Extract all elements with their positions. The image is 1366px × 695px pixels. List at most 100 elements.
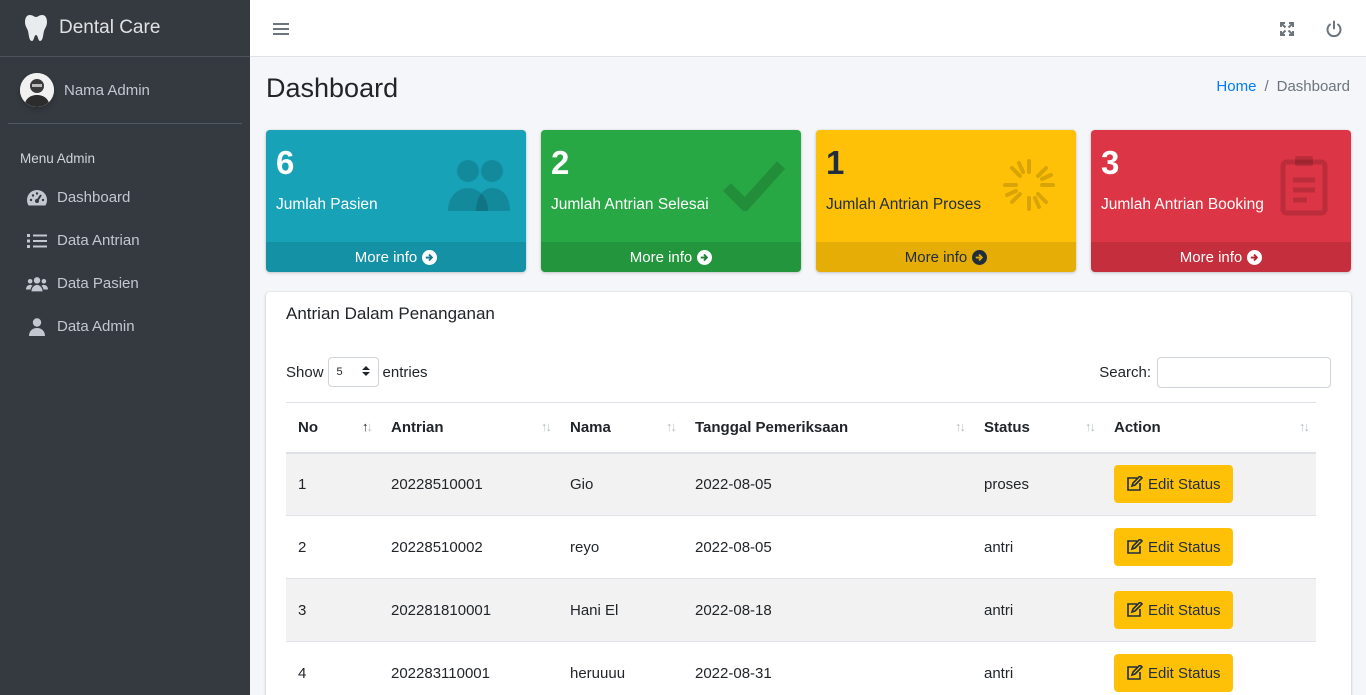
more-info-link[interactable]: More info <box>541 242 801 272</box>
users-icon <box>446 152 512 218</box>
card-title: Antrian Dalam Penanganan <box>286 304 495 323</box>
sidebar-item-label: Dashboard <box>57 189 131 206</box>
more-info-link[interactable]: More info <box>1091 242 1351 272</box>
stat-value: 1 <box>826 144 845 181</box>
arrow-circle-right-icon <box>422 249 438 265</box>
sort-icon: ↑↓ <box>362 419 373 434</box>
cell-tanggal: 2022-08-05 <box>683 515 972 579</box>
cell-nama: Gio <box>558 452 683 516</box>
more-info-label: More info <box>904 248 968 266</box>
edit-status-label: Edit Status <box>1148 664 1221 682</box>
sidebar-item-data-admin[interactable]: Data Admin <box>0 305 250 348</box>
stat-label: Jumlah Antrian Proses <box>826 196 982 213</box>
cell-action: Edit Status <box>1102 578 1316 642</box>
more-info-label: More info <box>629 248 693 266</box>
sidebar-item-dashboard[interactable]: Dashboard <box>0 176 250 219</box>
arrow-circle-right-icon <box>1247 249 1263 265</box>
page-title: Dashboard <box>266 73 399 103</box>
column-header-tanggal[interactable]: Tanggal Pemeriksaan ↑↓ <box>683 402 972 454</box>
sort-icon: ↑↓ <box>1085 419 1096 434</box>
antrian-table: No ↑↓ Antrian ↑↓ Nama ↑↓ Tanggal Pemeriksaa… <box>286 402 1316 695</box>
stat-box-jumlah-pasien: 6 Jumlah Pasien More info <box>266 130 526 272</box>
entries-select-value: 5 <box>336 366 343 378</box>
sort-icon: ↑↓ <box>541 419 552 434</box>
search-label: Search: <box>1099 364 1151 381</box>
cell-status: proses <box>972 452 1102 516</box>
edit-status-label: Edit Status <box>1148 538 1221 556</box>
cell-no: 2 <box>286 515 379 579</box>
sidebar-item-data-antrian[interactable]: Data Antrian <box>0 219 250 262</box>
sidebar-item-label: Data Admin <box>57 318 135 335</box>
edit-status-label: Edit Status <box>1148 601 1221 619</box>
edit-icon <box>1126 602 1143 618</box>
cell-nama: reyo <box>558 515 683 579</box>
column-header-status[interactable]: Status ↑↓ <box>972 402 1102 454</box>
stat-label: Jumlah Antrian Booking <box>1101 196 1264 213</box>
column-header-antrian[interactable]: Antrian ↑↓ <box>379 402 558 454</box>
stat-value: 6 <box>276 144 295 181</box>
stat-value: 2 <box>551 144 570 181</box>
stat-value: 3 <box>1101 144 1120 181</box>
power-off-icon[interactable] <box>1323 18 1345 40</box>
sort-updown-icon <box>361 365 370 380</box>
table-row: 1 20228510001 Gio 2022-08-05 proses Edit… <box>286 452 1316 516</box>
breadcrumb-separator: / <box>1264 78 1269 95</box>
cell-no: 4 <box>286 641 379 695</box>
cell-action: Edit Status <box>1102 515 1316 579</box>
more-info-label: More info <box>354 248 418 266</box>
breadcrumb: Home / Dashboard <box>1216 78 1350 95</box>
arrow-circle-right-icon <box>697 249 713 265</box>
edit-status-button[interactable]: Edit Status <box>1114 591 1233 629</box>
top-navbar <box>250 0 1366 57</box>
stat-box-antrian-proses: 1 Jumlah Antrian Proses More info <box>816 130 1076 272</box>
edit-icon <box>1126 539 1143 555</box>
stat-label: Jumlah Pasien <box>276 196 378 213</box>
sort-icon: ↑↓ <box>955 419 966 434</box>
edit-status-label: Edit Status <box>1148 475 1221 493</box>
sort-icon: ↑↓ <box>666 419 677 434</box>
cell-nama: Hani El <box>558 578 683 642</box>
entries-select[interactable]: 5 <box>327 357 379 387</box>
list-icon <box>26 232 48 250</box>
user-name: Nama Admin <box>64 81 150 99</box>
entries-length-control: Show 5 entries <box>286 357 428 387</box>
cell-tanggal: 2022-08-31 <box>683 641 972 695</box>
sidebar-item-data-pasien[interactable]: Data Pasien <box>0 262 250 305</box>
column-header-action[interactable]: Action ↑↓ <box>1102 402 1316 454</box>
brand-link[interactable]: Dental Care <box>0 0 250 57</box>
cell-tanggal: 2022-08-18 <box>683 578 972 642</box>
edit-status-button[interactable]: Edit Status <box>1114 528 1233 566</box>
sidebar: Dental Care Nama Admin Menu Admin Dashbo… <box>0 0 250 695</box>
avatar <box>20 73 54 107</box>
edit-status-button[interactable]: Edit Status <box>1114 465 1233 504</box>
cell-nama: heruuuu <box>558 641 683 695</box>
more-info-link[interactable]: More info <box>266 242 526 272</box>
table-row: 4 202283110001 heruuuu 2022-08-31 antri … <box>286 641 1316 695</box>
show-label: Show <box>286 363 324 381</box>
hamburger-menu-icon[interactable] <box>270 18 292 40</box>
edit-icon <box>1126 665 1143 681</box>
spinner-icon <box>996 152 1062 218</box>
user-panel[interactable]: Nama Admin <box>8 57 242 124</box>
sort-icon: ↑↓ <box>1299 419 1310 434</box>
column-header-no[interactable]: No ↑↓ <box>286 402 379 454</box>
cell-status: antri <box>972 515 1102 579</box>
stat-box-antrian-selesai: 2 Jumlah Antrian Selesai More info <box>541 130 801 272</box>
breadcrumb-home-link[interactable]: Home <box>1216 78 1256 95</box>
more-info-link[interactable]: More info <box>816 242 1076 272</box>
more-info-label: More info <box>1179 248 1243 266</box>
cell-status: antri <box>972 641 1102 695</box>
column-header-nama[interactable]: Nama ↑↓ <box>558 402 683 454</box>
sidebar-item-label: Data Pasien <box>57 275 139 292</box>
search-input[interactable] <box>1157 357 1331 388</box>
fullscreen-expand-icon[interactable] <box>1276 18 1298 40</box>
users-icon <box>26 275 48 293</box>
stat-label: Jumlah Antrian Selesai <box>551 196 709 213</box>
cell-antrian: 20228510002 <box>379 515 558 579</box>
cell-no: 3 <box>286 578 379 642</box>
cell-tanggal: 2022-08-05 <box>683 452 972 516</box>
nav-header: Menu Admin <box>20 151 96 166</box>
tooth-icon <box>22 14 50 42</box>
brand-name: Dental Care <box>59 17 161 38</box>
edit-status-button[interactable]: Edit Status <box>1114 654 1233 692</box>
